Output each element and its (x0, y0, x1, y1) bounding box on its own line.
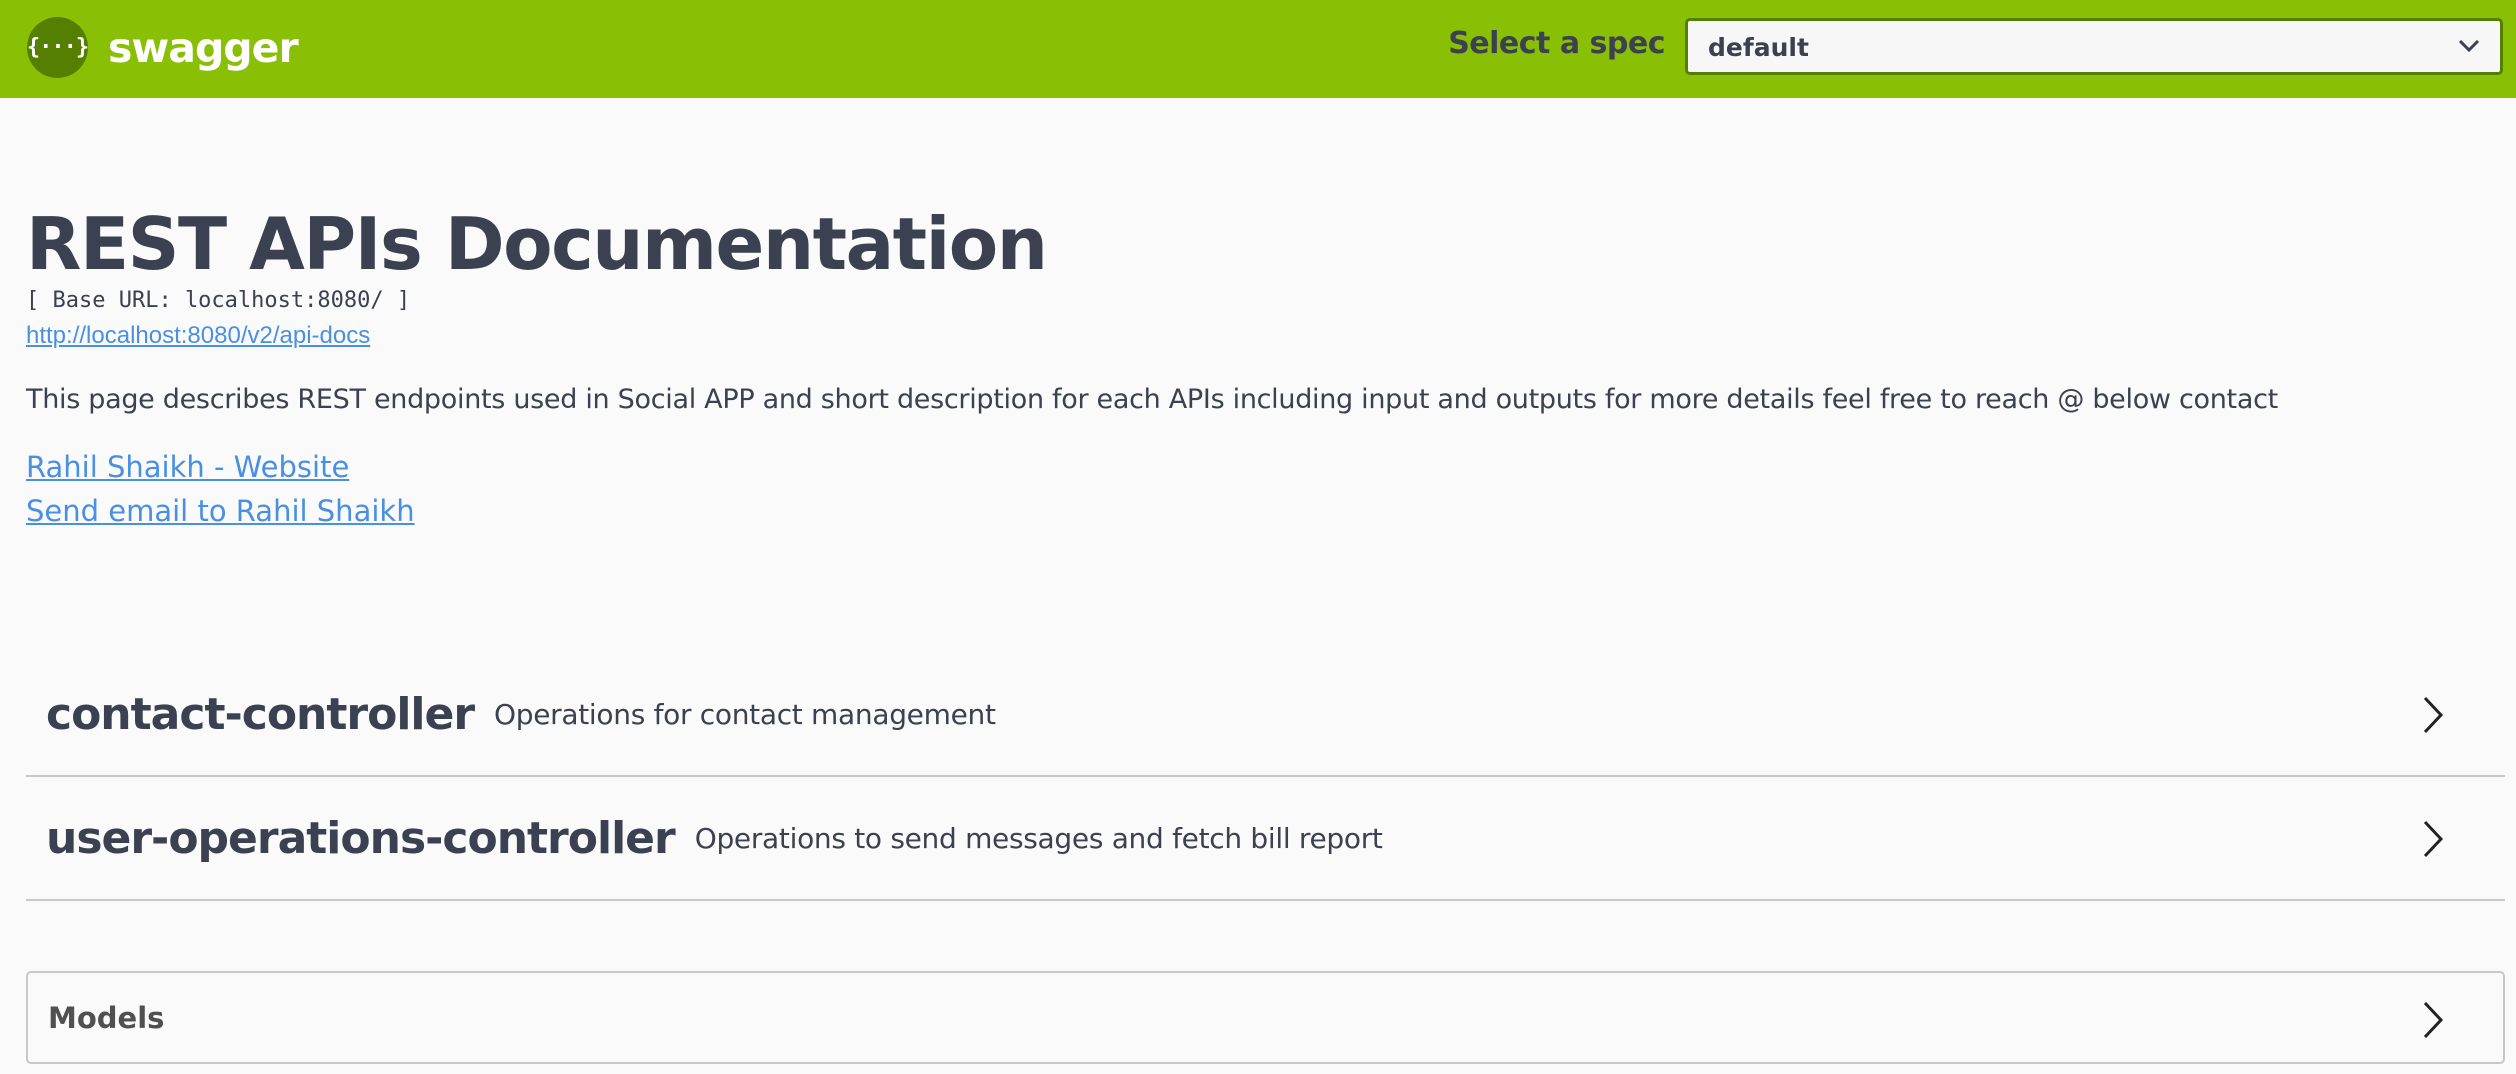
page-title: REST APIs Documentation (26, 202, 1048, 286)
tag-description: Operations to send messages and fetch bi… (694, 821, 1383, 855)
swagger-logo-icon: {···} (26, 17, 89, 78)
tag-user-operations-controller[interactable]: user-operations-controller Operations to… (26, 777, 2505, 901)
contact-links: Rahil Shaikh - Website Send email to Rah… (26, 445, 2496, 533)
tag-contact-controller[interactable]: contact-controller Operations for contac… (26, 653, 2505, 777)
tag-description: Operations for contact management (494, 697, 996, 731)
chevron-down-icon (2458, 39, 2480, 53)
chevron-right-icon[interactable] (2421, 819, 2445, 859)
spec-select[interactable]: default (1685, 18, 2503, 75)
logo-glyph: {···} (26, 35, 89, 60)
base-url: [ Base URL: localhost:8080/ ] (26, 288, 411, 313)
models-title: Models (48, 1001, 165, 1035)
chevron-right-icon[interactable] (2421, 1000, 2445, 1040)
swagger-logo[interactable]: {···} swagger (26, 17, 299, 78)
api-description: This page describes REST endpoints used … (26, 384, 2278, 415)
tag-name: contact-controller (46, 688, 475, 740)
contact-website-link[interactable]: Rahil Shaikh - Website (26, 445, 2496, 489)
spec-select-label: Select a spec (1448, 26, 1665, 61)
logo-text: swagger (108, 23, 299, 72)
api-docs-link[interactable]: http://localhost:8080/v2/api-docs (26, 322, 370, 350)
contact-email-link[interactable]: Send email to Rahil Shaikh (26, 489, 2496, 533)
models-section[interactable]: Models (26, 971, 2505, 1064)
api-info: REST APIs Documentation [ Base URL: loca… (26, 200, 2496, 533)
tag-name: user-operations-controller (46, 812, 676, 864)
spec-select-value: default (1708, 33, 1809, 62)
topbar: {···} swagger Select a spec default (0, 0, 2516, 98)
chevron-right-icon[interactable] (2421, 695, 2445, 735)
